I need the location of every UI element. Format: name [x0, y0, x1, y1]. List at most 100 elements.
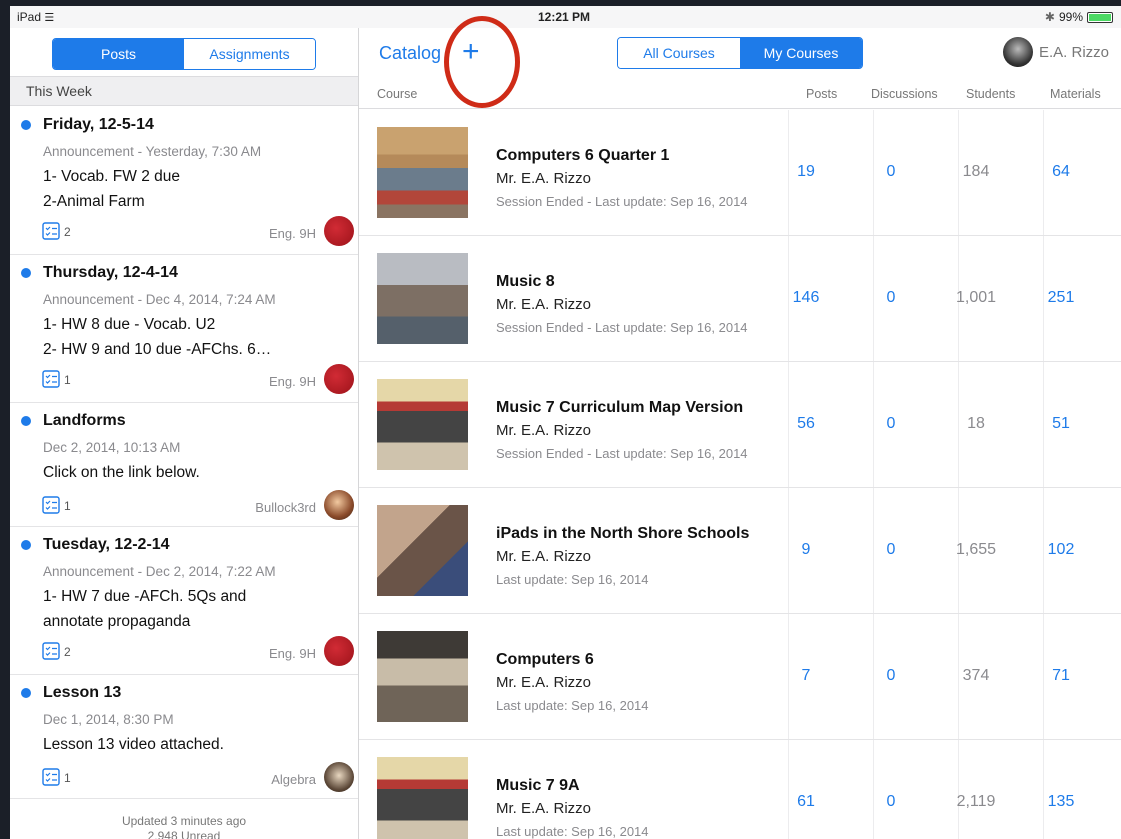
battery-percent: 99% [1058, 10, 1083, 24]
course-posts-count[interactable]: 56 [771, 415, 841, 433]
checklist-icon [42, 370, 60, 388]
course-row[interactable]: iPads in the North Shore Schools Mr. E.A.… [359, 488, 1121, 614]
post-title: Thursday, 12-4-14 [43, 264, 178, 281]
col-posts[interactable]: Posts [806, 87, 837, 101]
course-thumbnail [377, 505, 468, 596]
course-discussions-count[interactable]: 0 [856, 289, 926, 307]
post-course: Eng. 9H [269, 226, 316, 241]
post-item[interactable]: Landforms Dec 2, 2014, 10:13 AM Click on… [10, 402, 358, 527]
last-update: Last update: Sep 16, 2014 [595, 320, 748, 335]
course-teacher: Mr. E.A. Rizzo [496, 800, 592, 817]
post-item[interactable]: Friday, 12-5-14 Announcement - Yesterday… [10, 106, 358, 255]
course-discussions-count[interactable]: 0 [856, 793, 926, 811]
post-item[interactable]: Lesson 13 Dec 1, 2014, 8:30 PM Lesson 13… [10, 674, 358, 799]
course-session-info: Last update: Sep 16, 2014 [496, 572, 649, 587]
course-row[interactable]: Computers 6 Quarter 1 Mr. E.A. Rizzo Sessi… [359, 110, 1121, 236]
checklist-icon [42, 496, 60, 514]
session-status: Session Ended [496, 320, 584, 335]
checklist-icon [42, 768, 60, 786]
course-session-info: Last update: Sep 16, 2014 [496, 824, 649, 839]
course-discussions-count[interactable]: 0 [856, 163, 926, 181]
checklist-icon [42, 642, 60, 660]
sync-footer: Updated 3 minutes ago 2,948 Unread [10, 814, 358, 839]
column-divider [1043, 740, 1044, 839]
wifi-icon: ☰ [44, 12, 55, 24]
column-divider [788, 740, 789, 839]
course-discussions-count[interactable]: 0 [856, 667, 926, 685]
unread-count: 2,948 Unread [147, 829, 221, 839]
author-avatar [324, 762, 354, 792]
attachment-count: 2 [64, 225, 71, 239]
course-thumbnail [377, 757, 468, 839]
course-materials-count[interactable]: 51 [1026, 415, 1096, 433]
course-row[interactable]: Computers 6 Mr. E.A. Rizzo Last update: Se… [359, 614, 1121, 740]
col-materials[interactable]: Materials [1050, 87, 1101, 101]
course-posts-count[interactable]: 9 [771, 541, 841, 559]
course-posts-count[interactable]: 7 [771, 667, 841, 685]
post-title: Tuesday, 12-2-14 [43, 536, 170, 553]
tab-all-courses[interactable]: All Courses [618, 38, 740, 68]
separator: - [583, 446, 596, 461]
post-item[interactable]: Thursday, 12-4-14 Announcement - Dec 4, … [10, 254, 358, 403]
course-session-info: Session Ended - Last update: Sep 16, 201… [496, 446, 748, 461]
course-teacher: Mr. E.A. Rizzo [496, 548, 592, 565]
last-update: Last update: Sep 16, 2014 [496, 824, 649, 839]
course-name: Computers 6 Quarter 1 [496, 147, 670, 164]
course-thumbnail [377, 631, 468, 722]
course-materials-count[interactable]: 64 [1026, 163, 1096, 181]
course-session-info: Session Ended - Last update: Sep 16, 201… [496, 320, 748, 335]
attachment-count: 1 [64, 771, 71, 785]
column-divider [958, 740, 959, 839]
catalog-button[interactable]: Catalog [379, 43, 441, 64]
tab-assignments[interactable]: Assignments [184, 39, 315, 69]
course-row[interactable]: Music 7 Curriculum Map Version Mr. E.A. R… [359, 362, 1121, 488]
col-discussions[interactable]: Discussions [871, 87, 938, 101]
course-name: iPads in the North Shore Schools [496, 525, 750, 542]
author-avatar [324, 490, 354, 520]
session-status: Session Ended [496, 446, 584, 461]
col-students[interactable]: Students [966, 87, 1015, 101]
post-line: Lesson 13 video attached. [43, 736, 224, 753]
course-thumbnail [377, 127, 468, 218]
course-posts-count[interactable]: 146 [771, 289, 841, 307]
tab-posts[interactable]: Posts [53, 39, 184, 69]
last-update: Last update: Sep 16, 2014 [595, 446, 748, 461]
course-materials-count[interactable]: 135 [1026, 793, 1096, 811]
course-teacher: Mr. E.A. Rizzo [496, 170, 592, 187]
status-time: 12:21 PM [538, 10, 591, 24]
course-discussions-count[interactable]: 0 [856, 541, 926, 559]
course-materials-count[interactable]: 102 [1026, 541, 1096, 559]
course-students-count: 18 [967, 415, 985, 432]
course-materials-count[interactable]: 71 [1026, 667, 1096, 685]
post-course: Algebra [271, 772, 316, 787]
post-line: 2- HW 9 and 10 due -AFChs. 6… [43, 341, 272, 358]
col-course[interactable]: Course [377, 87, 417, 101]
course-posts-count[interactable]: 61 [771, 793, 841, 811]
unread-dot [21, 120, 31, 130]
unread-dot [21, 688, 31, 698]
course-session-info: Session Ended - Last update: Sep 16, 201… [496, 194, 748, 209]
course-posts-count[interactable]: 19 [771, 163, 841, 181]
course-students-count: 374 [962, 667, 990, 684]
course-filter-toggle: All Courses My Courses [617, 37, 863, 69]
course-discussions-count[interactable]: 0 [856, 415, 926, 433]
course-row[interactable]: Music 7 9A Mr. E.A. Rizzo Last update: Sep… [359, 740, 1121, 839]
post-line: Click on the link below. [43, 464, 200, 481]
course-students-count: 184 [962, 163, 990, 180]
post-body: Lesson 13 video attached. [43, 732, 333, 757]
tab-my-courses[interactable]: My Courses [740, 38, 862, 68]
unread-dot [21, 540, 31, 550]
last-update: Last update: Sep 16, 2014 [595, 194, 748, 209]
post-meta: Dec 1, 2014, 8:30 PM [43, 712, 174, 727]
course-name: Computers 6 [496, 651, 594, 668]
status-right: ✱ 99% [1045, 10, 1113, 24]
user-menu[interactable]: E.A. Rizzo [1002, 37, 1109, 67]
post-meta: Announcement - Dec 4, 2014, 7:24 AM [43, 292, 276, 307]
course-row[interactable]: Music 8 Mr. E.A. Rizzo Session Ended - Las… [359, 236, 1121, 362]
bluetooth-icon: ✱ [1044, 10, 1055, 24]
add-course-button[interactable]: + [462, 34, 480, 70]
post-item[interactable]: Tuesday, 12-2-14 Announcement - Dec 2, 2… [10, 526, 358, 675]
course-materials-count[interactable]: 251 [1026, 289, 1096, 307]
table-header: Course Posts Discussions Students Materi… [359, 80, 1121, 109]
post-body: 1- Vocab. FW 2 due 2-Animal Farm [43, 164, 333, 214]
